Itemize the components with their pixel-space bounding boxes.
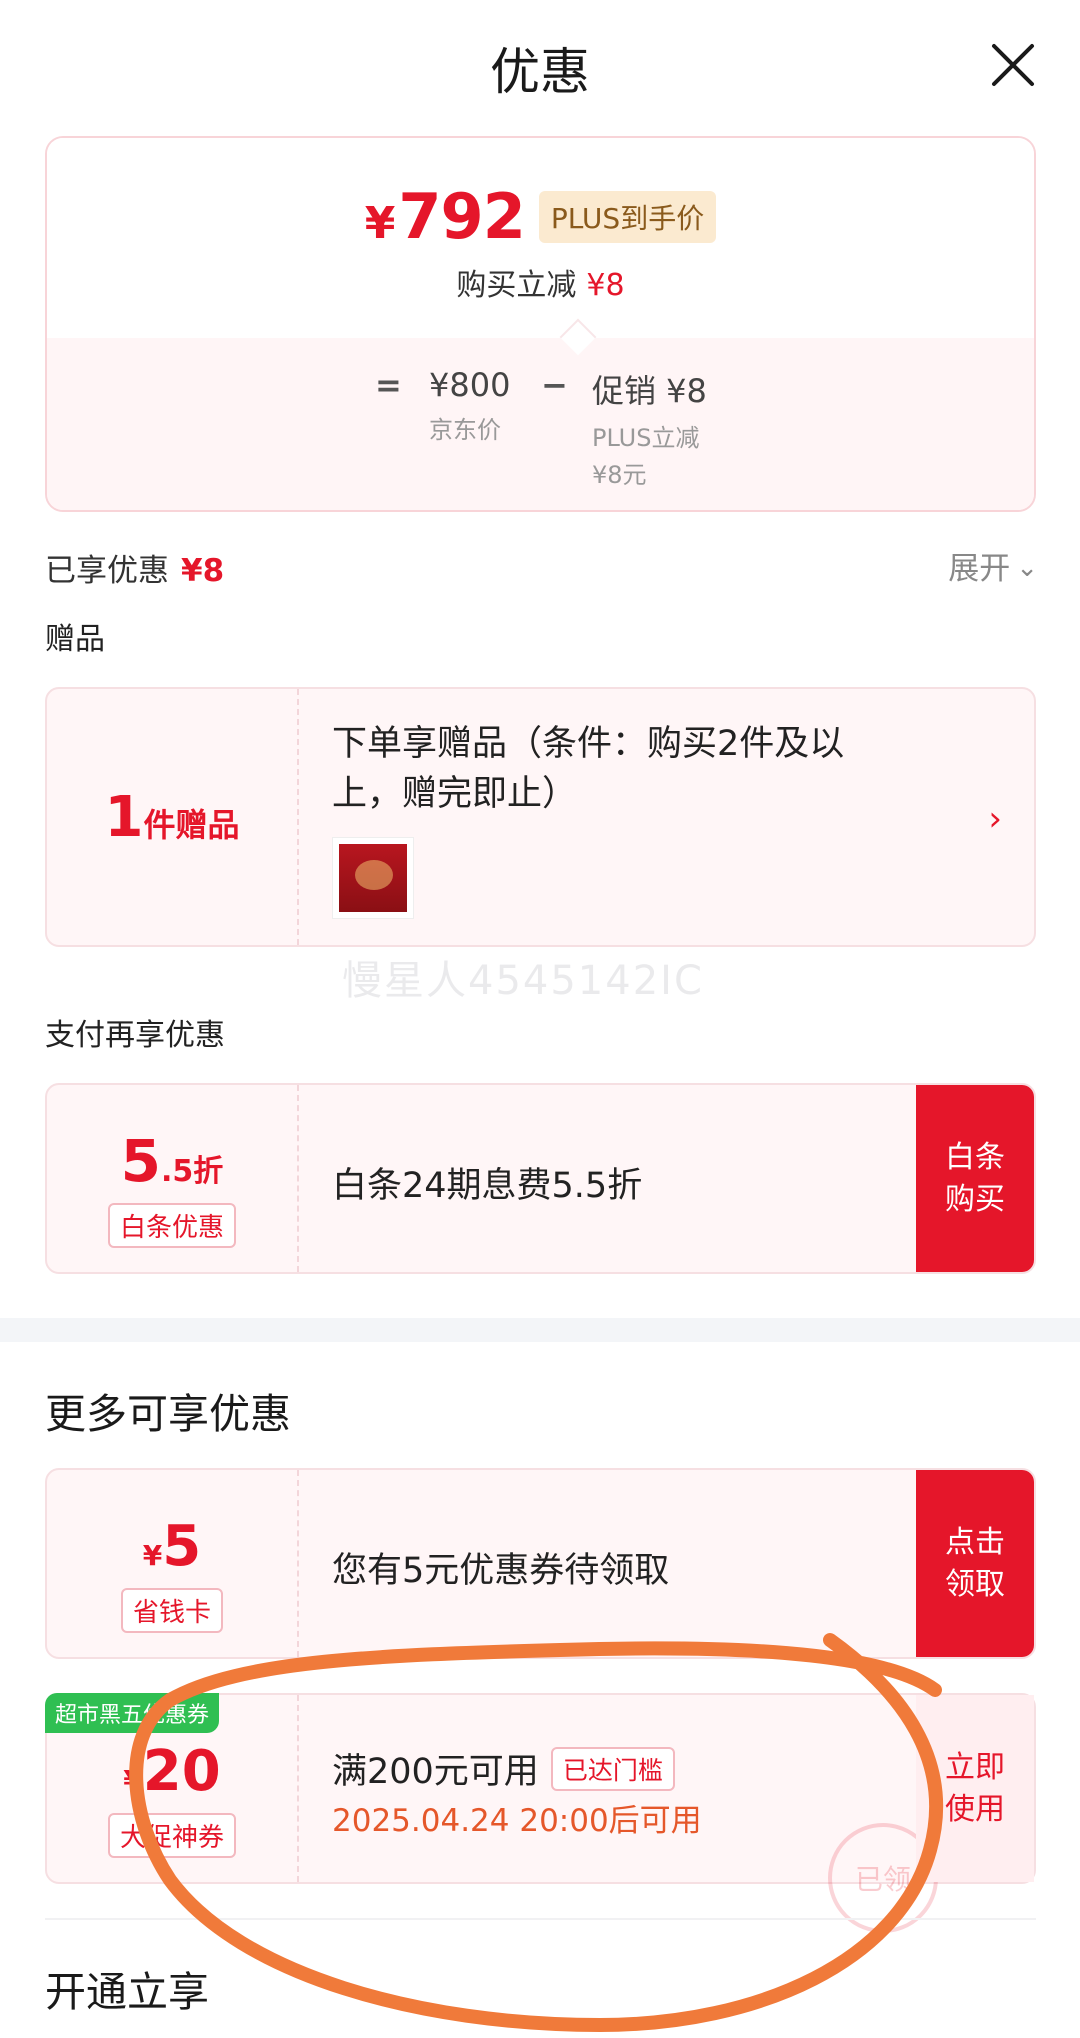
baitiao-buy-button[interactable]: 白条 购买 (916, 1085, 1034, 1272)
instant-reduction: 购买立减 ¥8 (47, 260, 1034, 304)
baitiao-tag-wrap: 白条优惠 (47, 1203, 297, 1248)
voucher-yen: ¥ (123, 1764, 143, 1797)
voucher-tag-wrap: 大促神券 (47, 1813, 297, 1858)
baitiao-discount-panel: 5.5折 白条优惠 (47, 1085, 299, 1272)
equals-sign: = (375, 366, 402, 404)
close-icon[interactable] (986, 38, 1040, 92)
final-price-symbol: ¥ (364, 198, 396, 249)
baitiao-buy-label: 白条 购买 (945, 1139, 1005, 1217)
jd-price-block: ¥800 京东价 (429, 366, 510, 445)
claim-coupon-button[interactable]: 点击 领取 (916, 1470, 1034, 1657)
promo-label: 促销 ¥8 (592, 372, 707, 410)
voucher-condition: 满200元可用 已达门槛 (332, 1743, 675, 1794)
use-voucher-label: 立即 使用 (945, 1749, 1005, 1827)
expand-button[interactable]: 展开 ⌄ (948, 543, 1038, 588)
claim-coupon-label: 点击 领取 (945, 1524, 1005, 1602)
baitiao-card: 5.5折 白条优惠 白条24期息费5.5折 白条 购买 (45, 1083, 1036, 1274)
voucher-valid-time: 2025.04.24 20:00后可用 (332, 1803, 702, 1839)
voucher-card: ¥20 大促神券 超市黑五优惠券 满200元可用 已达门槛 2025.04.24… (45, 1693, 1036, 1933)
jd-price: ¥800 (429, 366, 511, 404)
discount-big: 5 (120, 1127, 162, 1195)
enjoyed-discount: 已享优惠 ¥8 (45, 545, 224, 590)
enjoyed-amount: ¥8 (181, 553, 225, 589)
coupon-yen: ¥ (142, 1539, 163, 1572)
promo-block: 促销 ¥8 PLUS立减 ¥8元 (592, 366, 707, 490)
gift-thumbnail[interactable] (332, 837, 414, 919)
discount-small: .5折 (161, 1154, 224, 1189)
expand-label: 展开 (948, 551, 1011, 587)
voucher-amount: ¥20 (47, 1739, 297, 1804)
minus-sign: − (541, 366, 568, 404)
enjoyed-label: 已享优惠 (45, 553, 169, 589)
voucher-ribbon: 超市黑五优惠券 (45, 1693, 220, 1733)
voucher-condition-text: 满200元可用 (332, 1752, 539, 1792)
gift-count-unit: 件赠品 (143, 806, 240, 844)
plus-price-tag: PLUS到手价 (538, 190, 717, 243)
coupon-description: 您有5元优惠券待领取 (332, 1551, 670, 1591)
coupon-amount: ¥5 (47, 1514, 297, 1579)
coupon-card: ¥5 省钱卡 您有5元优惠券待领取 点击 领取 (45, 1468, 1036, 1659)
gift-image (339, 844, 407, 912)
price-breakdown-card: ¥792 PLUS到手价 购买立减 ¥8 = ¥800 京东价 − 促销 ¥8 P… (45, 136, 1036, 512)
coupon-amount-panel: ¥5 省钱卡 (47, 1470, 299, 1657)
reduction-label: 购买立减 (456, 268, 577, 303)
final-price-row: ¥792 PLUS到手价 (47, 180, 1034, 253)
watermark: 慢星人4545142IC (342, 958, 704, 1004)
gift-description: 下单享赠品（条件：购买2件及以上，赠完即止） (332, 724, 845, 814)
voucher-tag: 大促神券 (107, 1813, 236, 1858)
threshold-badge: 已达门槛 (550, 1746, 675, 1791)
promo-sub-label: PLUS立减 (592, 424, 700, 452)
price-calculation (47, 338, 1034, 510)
header: 优惠 (0, 0, 1080, 130)
open-membership-title: 开通立享 (45, 1968, 209, 2016)
final-price: ¥792 (364, 180, 526, 253)
gift-card[interactable]: 1件赠品 下单享赠品（条件：购买2件及以上，赠完即止） › (45, 687, 1036, 947)
coupon-tag: 省钱卡 (120, 1588, 223, 1633)
pay-section-label: 支付再享优惠 (45, 1018, 225, 1053)
baitiao-description: 白条24期息费5.5折 (332, 1166, 643, 1206)
baitiao-discount: 5.5折 (47, 1127, 297, 1195)
page-title: 优惠 (490, 43, 590, 101)
chevron-down-icon: ⌄ (1016, 553, 1038, 583)
separator-line (45, 1918, 1036, 1920)
gift-count-number: 1 (104, 785, 144, 850)
gift-count-panel: 1件赠品 (47, 689, 299, 945)
section-divider (0, 1318, 1080, 1342)
use-voucher-button[interactable]: 立即 使用 (916, 1695, 1034, 1882)
reduction-amount: ¥8 (586, 268, 625, 303)
jd-price-label: 京东价 (429, 416, 501, 444)
gift-section-label: 赠品 (45, 622, 105, 657)
chevron-right-icon[interactable]: › (988, 799, 1002, 839)
coupon-tag-wrap: 省钱卡 (47, 1588, 297, 1633)
promo-sub-amount: ¥8元 (592, 461, 647, 489)
more-offers-title: 更多可享优惠 (45, 1390, 291, 1438)
gift-count: 1件赠品 (47, 785, 297, 850)
final-price-value: 792 (398, 180, 525, 253)
voucher-value: 20 (142, 1739, 221, 1804)
coupon-value: 5 (162, 1514, 202, 1579)
baitiao-tag: 白条优惠 (107, 1203, 236, 1248)
